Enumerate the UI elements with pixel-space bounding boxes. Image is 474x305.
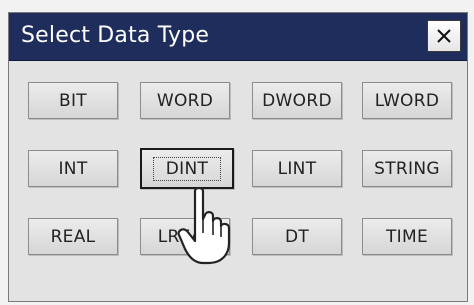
string-button-label: STRING <box>374 158 440 179</box>
int-button-label: INT <box>58 158 88 179</box>
dword-button[interactable]: DWORD <box>252 82 342 119</box>
word-button-label: WORD <box>156 90 214 111</box>
string-button[interactable]: STRING <box>362 150 452 187</box>
bit-button-label: BIT <box>59 90 87 111</box>
dint-button[interactable]: DINT <box>140 148 234 189</box>
hand-pointer-icon <box>177 186 231 265</box>
close-icon <box>437 29 451 43</box>
lint-button[interactable]: LINT <box>252 150 342 187</box>
real-button[interactable]: REAL <box>28 218 118 255</box>
dt-button-label: DT <box>284 226 310 247</box>
dialog-title: Select Data Type <box>21 23 210 48</box>
lint-button-label: LINT <box>277 158 317 179</box>
real-button-label: REAL <box>50 226 96 247</box>
word-button[interactable]: WORD <box>140 82 230 119</box>
dword-button-label: DWORD <box>262 90 332 111</box>
close-button[interactable] <box>427 20 461 52</box>
time-button-label: TIME <box>385 226 428 247</box>
lword-button[interactable]: LWORD <box>362 82 452 119</box>
dt-button[interactable]: DT <box>252 218 342 255</box>
lword-button-label: LWORD <box>374 90 440 111</box>
dint-button-label: DINT <box>152 156 222 181</box>
time-button[interactable]: TIME <box>362 218 452 255</box>
title-bar: Select Data Type <box>9 13 467 61</box>
int-button[interactable]: INT <box>28 150 118 187</box>
bit-button[interactable]: BIT <box>28 82 118 119</box>
